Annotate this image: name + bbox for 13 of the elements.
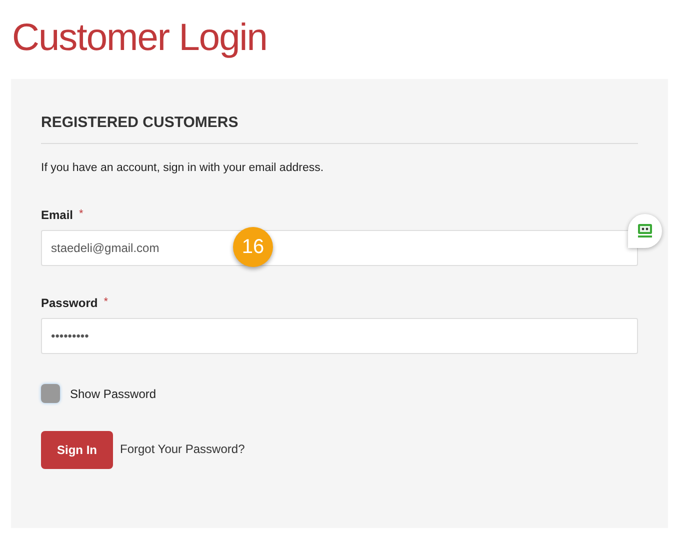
sign-in-button[interactable]: Sign In <box>41 431 113 469</box>
required-mark: * <box>104 295 108 310</box>
forgot-password-link[interactable]: Forgot Your Password? <box>120 440 245 458</box>
show-password-label: Show Password <box>70 386 156 402</box>
page-title: Customer Login <box>11 16 267 61</box>
field-label: Email <box>41 207 74 224</box>
field-label: Password <box>41 295 98 312</box>
section-heading: REGISTERED CUSTOMERS <box>41 113 238 133</box>
required-mark: * <box>79 207 84 222</box>
show-password-checkbox[interactable] <box>41 384 60 403</box>
robot-icon[interactable] <box>628 214 662 248</box>
password-field[interactable]: ••••••••• <box>41 318 638 354</box>
intro-text: If you have an account, sign in with your email address. <box>41 161 324 176</box>
